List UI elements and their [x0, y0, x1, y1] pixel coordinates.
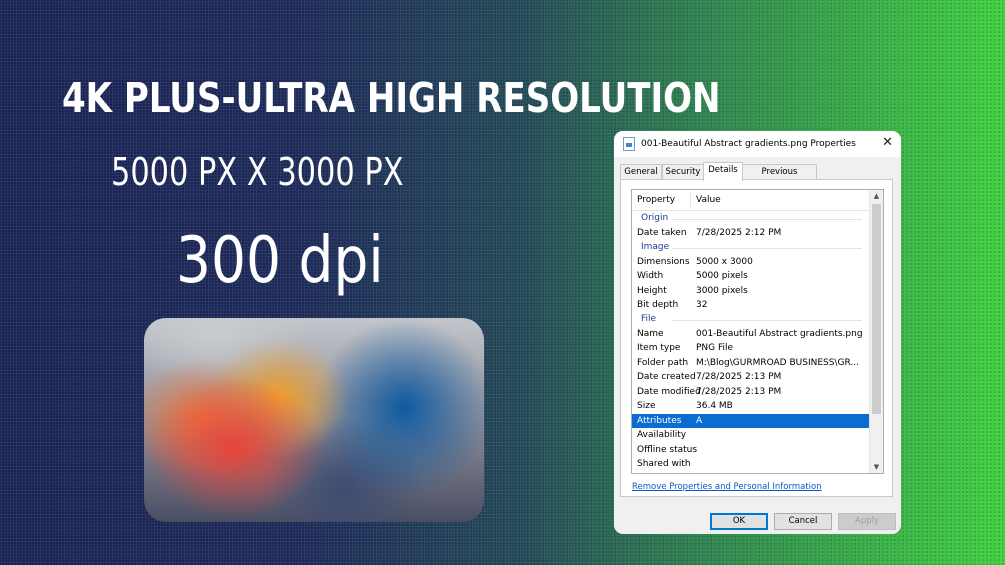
- properties-list[interactable]: Property Value Origin Date taken 7/28/20…: [631, 189, 884, 474]
- property-row-item-type[interactable]: Item type PNG File: [632, 341, 870, 356]
- property-key: Folder path: [637, 357, 689, 368]
- close-button[interactable]: ✕: [882, 136, 893, 150]
- tab-strip: General Security Details Previous Versio…: [620, 162, 895, 192]
- dialog-title: 001-Beautiful Abstract gradients.png Pro…: [641, 139, 856, 149]
- property-key: Date created: [637, 372, 696, 382]
- scroll-down-arrow-icon[interactable]: ▼: [870, 461, 883, 473]
- property-key: Shared with: [637, 459, 691, 469]
- tab-security[interactable]: Security: [662, 164, 704, 180]
- dialog-titlebar: 001-Beautiful Abstract gradients.png Pro…: [614, 131, 901, 157]
- property-value: 5000 x 3000: [696, 256, 753, 267]
- property-row-bit-depth[interactable]: Bit depth 32: [632, 298, 870, 313]
- property-value: 32: [696, 300, 708, 310]
- property-row-date-taken[interactable]: Date taken 7/28/2025 2:12 PM: [632, 226, 870, 241]
- column-header-value[interactable]: Value: [696, 195, 721, 205]
- group-label: File: [641, 313, 657, 324]
- property-rows: Origin Date taken 7/28/2025 2:12 PM Imag…: [632, 212, 870, 472]
- vertical-scrollbar[interactable]: ▲ ▼: [869, 190, 883, 473]
- property-value: 7/28/2025 2:13 PM: [696, 372, 782, 382]
- property-value: 7/28/2025 2:13 PM: [696, 386, 782, 397]
- property-row-date-modified[interactable]: Date modified 7/28/2025 2:13 PM: [632, 385, 870, 400]
- group-header-file: File: [632, 313, 870, 327]
- group-header-origin: Origin: [632, 212, 870, 226]
- column-separator[interactable]: [690, 192, 691, 208]
- ok-button[interactable]: OK: [710, 513, 768, 530]
- group-divider: [672, 247, 862, 249]
- property-value: PNG File: [696, 343, 734, 353]
- property-row-availability[interactable]: Availability: [632, 428, 870, 443]
- group-divider: [672, 219, 862, 220]
- tab-details[interactable]: Details: [703, 162, 743, 181]
- dpi-text: 300 dpi: [176, 224, 384, 298]
- property-value: A: [696, 415, 703, 426]
- property-value: 7/28/2025 2:12 PM: [696, 228, 782, 238]
- property-row-dimensions[interactable]: Dimensions 5000 x 3000: [632, 255, 870, 270]
- property-value: 36.4 MB: [696, 401, 733, 411]
- details-panel: Property Value Origin Date taken 7/28/20…: [620, 179, 893, 497]
- png-file-icon: [623, 137, 635, 151]
- property-row-size[interactable]: Size 36.4 MB: [632, 399, 870, 414]
- property-key: Name: [637, 328, 664, 339]
- property-row-height[interactable]: Height 3000 pixels: [632, 284, 870, 299]
- property-key: Offline status: [637, 444, 698, 455]
- resolution-text: 5000 PX X 3000 PX: [111, 150, 404, 194]
- property-value: M:\Blog\GURMROAD BUSINESS\GR...: [696, 357, 859, 368]
- property-row-width[interactable]: Width 5000 pixels: [632, 269, 870, 284]
- apply-button[interactable]: Apply: [838, 513, 896, 530]
- group-header-image: Image: [632, 241, 870, 255]
- property-value: 001-Beautiful Abstract gradients.png: [696, 328, 863, 339]
- remove-properties-link[interactable]: Remove Properties and Personal Informati…: [632, 482, 822, 492]
- property-key: Height: [637, 285, 667, 296]
- property-key: Size: [637, 401, 656, 411]
- property-row-offline-status[interactable]: Offline status: [632, 443, 870, 458]
- headline: 4K PLUS-ULTRA HIGH RESOLUTION: [62, 74, 721, 122]
- tab-general[interactable]: General: [620, 164, 662, 180]
- cancel-button[interactable]: Cancel: [774, 513, 832, 530]
- property-key: Availability: [637, 430, 687, 440]
- group-divider: [672, 319, 862, 321]
- tab-previous-versions[interactable]: Previous Versions: [742, 164, 817, 192]
- property-row-name[interactable]: Name 001-Beautiful Abstract gradients.pn…: [632, 327, 870, 342]
- scroll-thumb[interactable]: [872, 204, 881, 414]
- property-value: 3000 pixels: [696, 285, 748, 296]
- scroll-up-arrow-icon[interactable]: ▲: [870, 190, 883, 202]
- properties-dialog: 001-Beautiful Abstract gradients.png Pro…: [614, 131, 901, 534]
- property-key: Bit depth: [637, 300, 679, 310]
- property-key: Dimensions: [637, 256, 690, 267]
- group-label: Origin: [641, 213, 669, 223]
- group-label: Image: [641, 241, 670, 252]
- property-key: Attributes: [637, 415, 682, 426]
- property-key: Width: [637, 271, 664, 281]
- property-key: Item type: [637, 343, 681, 353]
- property-row-attributes[interactable]: Attributes A: [632, 413, 870, 428]
- property-key: Date taken: [637, 228, 687, 238]
- property-value: 5000 pixels: [696, 271, 748, 281]
- property-row-shared-with[interactable]: Shared with: [632, 457, 870, 472]
- gradient-preview-image: [144, 318, 484, 522]
- property-row-date-created[interactable]: Date created 7/28/2025 2:13 PM: [632, 370, 870, 385]
- property-key: Date modified: [637, 386, 701, 397]
- list-header: Property Value: [632, 190, 870, 211]
- property-row-folder-path[interactable]: Folder path M:\Blog\GURMROAD BUSINESS\GR…: [632, 356, 870, 371]
- column-header-property[interactable]: Property: [637, 195, 675, 205]
